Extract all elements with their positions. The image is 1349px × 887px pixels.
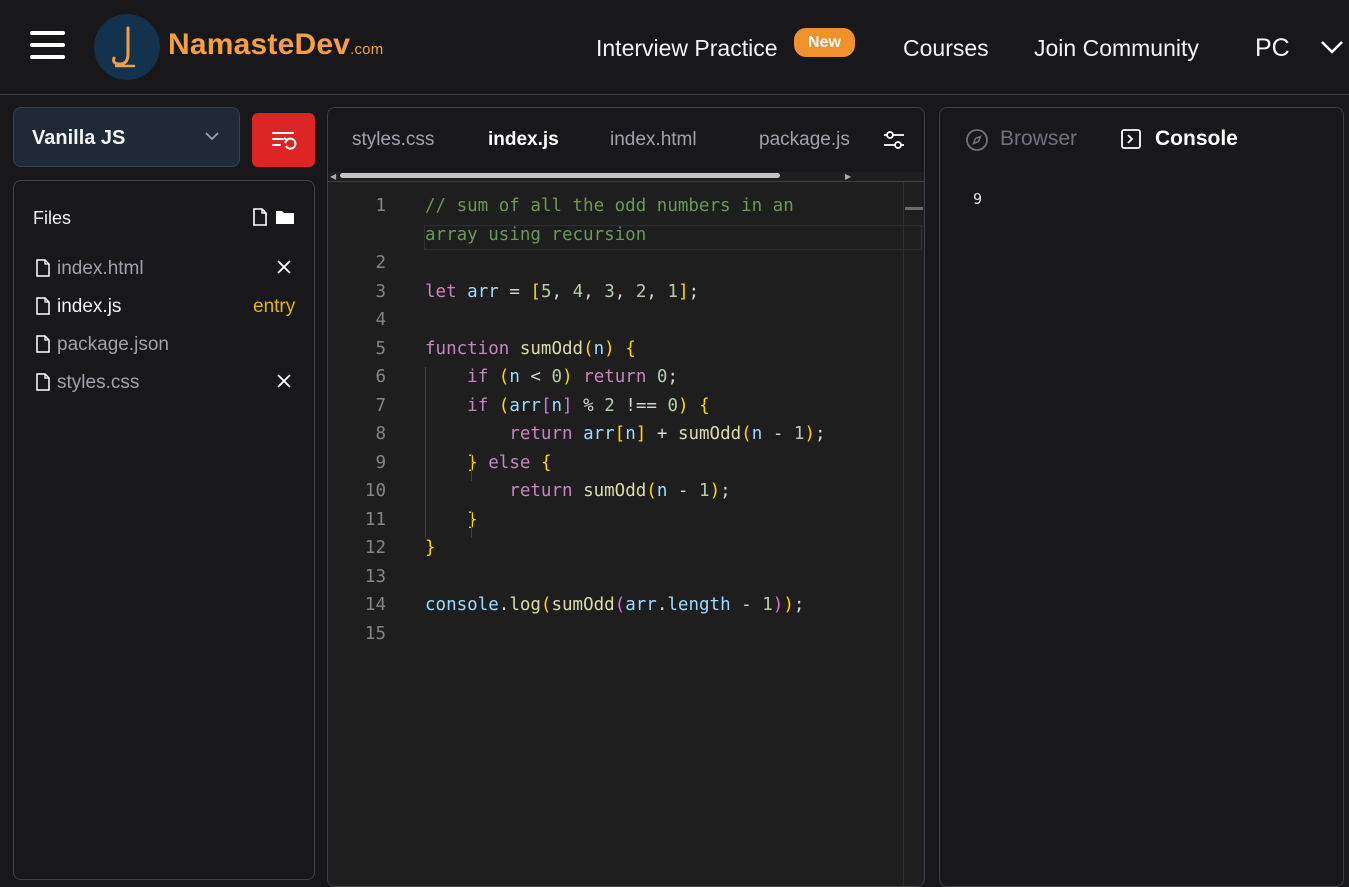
new-file-icon[interactable]	[252, 208, 268, 226]
close-icon[interactable]	[276, 373, 292, 389]
code-text: } else {	[467, 452, 552, 473]
framework-select-value: Vanilla JS	[32, 127, 126, 149]
code-line[interactable]: 13	[328, 566, 924, 595]
code-text: }	[467, 509, 478, 530]
code-line[interactable]: 8 return arr[n] + sumOdd(n - 1);	[328, 424, 924, 452]
file-icon	[36, 259, 50, 277]
console-output: 9	[973, 190, 983, 208]
code-text: array using recursion	[425, 224, 647, 245]
entry-tag: entry	[253, 296, 296, 317]
hamburger-menu-icon[interactable]	[30, 31, 66, 61]
new-badge: New	[794, 28, 855, 57]
code-line[interactable]: 4	[328, 310, 924, 338]
line-number: 11	[364, 509, 386, 530]
chevron-down-icon[interactable]	[1320, 38, 1344, 56]
code-line[interactable]: 15	[328, 623, 924, 652]
file-name: index.html	[57, 258, 144, 279]
line-number: 14	[364, 595, 386, 615]
line-number: 10	[364, 481, 386, 501]
code-text: // sum of all the odd numbers in an	[425, 196, 794, 216]
tab-styles-css[interactable]: styles.css	[352, 129, 434, 151]
nav-courses[interactable]: Courses	[903, 35, 989, 62]
editor-vertical-scrollbar[interactable]	[903, 182, 904, 886]
file-item-index-html[interactable]: index.html	[36, 253, 306, 283]
line-number: 1	[375, 196, 386, 216]
user-avatar-initials[interactable]: PC	[1255, 34, 1290, 63]
files-panel: Files index.html index.js entry package.…	[13, 180, 315, 880]
close-icon[interactable]	[276, 259, 292, 275]
tabs-horizontal-scrollbar[interactable]: ◀ ▶	[328, 172, 858, 181]
code-editor[interactable]: 1 // sum of all the odd numbers in an arra…	[328, 182, 924, 886]
new-folder-icon[interactable]	[275, 209, 295, 225]
code-line[interactable]: 11 }	[328, 509, 924, 538]
code-text: }	[425, 538, 436, 558]
terminal-icon	[1121, 129, 1141, 149]
code-line[interactable]: 7 if (arr[n] % 2 !== 0) {	[328, 395, 924, 424]
compass-icon	[966, 129, 988, 151]
reset-code-button[interactable]	[252, 113, 315, 167]
line-number: 4	[375, 310, 386, 330]
nav-join-community[interactable]: Join Community	[1034, 35, 1199, 62]
indent-guide	[425, 367, 426, 538]
file-name: package.json	[57, 334, 169, 355]
code-text: let arr = [5, 4, 3, 2, 1];	[425, 281, 700, 302]
line-number: 13	[364, 566, 386, 587]
nav-interview-practice[interactable]: Interview Practice	[596, 35, 778, 62]
editor-tabs: styles.css index.js index.html package.j…	[328, 108, 924, 172]
tab-index-html[interactable]: index.html	[610, 129, 697, 151]
indent-guide	[471, 509, 473, 538]
code-editor-panel: styles.css index.js index.html package.j…	[327, 107, 925, 887]
code-line[interactable]: 3 let arr = [5, 4, 3, 2, 1];	[328, 281, 924, 310]
tab-package-json[interactable]: package.js	[759, 129, 855, 151]
tab-console-label: Console	[1155, 127, 1238, 150]
code-line[interactable]: 12}	[328, 538, 924, 566]
file-name: index.js	[57, 296, 122, 317]
code-text: if (n < 0) return 0;	[467, 367, 679, 387]
preview-panel: Browser Console 9	[939, 107, 1344, 887]
code-line[interactable]: 2	[328, 253, 924, 281]
code-line[interactable]: 10 return sumOdd(n - 1);	[328, 481, 924, 509]
indent-guide	[471, 452, 473, 481]
line-number: 3	[375, 281, 386, 302]
settings-sliders-icon[interactable]	[882, 128, 906, 152]
line-number: 9	[375, 452, 386, 473]
file-icon	[36, 335, 50, 353]
code-line[interactable]: 5 function sumOdd(n) {	[328, 338, 924, 367]
reset-icon	[272, 132, 297, 150]
code-text: return arr[n] + sumOdd(n - 1);	[509, 424, 826, 444]
code-line[interactable]: 1 // sum of all the odd numbers in an	[328, 196, 924, 224]
tab-browser-label: Browser	[1000, 127, 1078, 150]
file-item-package-json[interactable]: package.json	[36, 329, 306, 359]
line-number: 2	[375, 253, 386, 273]
code-text: function sumOdd(n) {	[425, 338, 636, 359]
line-number: 8	[375, 424, 386, 444]
tab-index-js[interactable]: index.js	[488, 129, 559, 151]
code-line[interactable]: 9 } else {	[328, 452, 924, 481]
top-nav-bar: NamasteDev.com Interview Practice New Co…	[0, 0, 1349, 95]
line-number: 6	[375, 367, 386, 387]
brand-logo-icon[interactable]	[94, 14, 160, 80]
scrollbar-marker	[905, 207, 923, 210]
files-title: Files	[33, 208, 72, 228]
code-line[interactable]: array using recursion	[328, 224, 924, 253]
chevron-down-icon	[205, 132, 219, 141]
line-number: 12	[364, 538, 386, 558]
code-text: if (arr[n] % 2 !== 0) {	[467, 395, 710, 416]
framework-select[interactable]: Vanilla JS	[13, 107, 240, 167]
file-item-styles-css[interactable]: styles.css	[36, 367, 306, 397]
line-number: 15	[364, 623, 386, 644]
file-item-index-js[interactable]: index.js entry	[36, 291, 306, 321]
file-icon	[36, 297, 50, 315]
line-number: 7	[375, 395, 386, 416]
code-line[interactable]: 14 console.log(sumOdd(arr.length - 1));	[328, 595, 924, 623]
code-text: return sumOdd(n - 1);	[509, 481, 731, 501]
code-text: console.log(sumOdd(arr.length - 1));	[425, 595, 805, 615]
code-line[interactable]: 6 if (n < 0) return 0;	[328, 367, 924, 395]
file-name: styles.css	[57, 372, 140, 393]
file-icon	[36, 373, 50, 391]
line-number: 5	[375, 338, 386, 359]
brand-name[interactable]: NamasteDev.com	[168, 28, 383, 62]
